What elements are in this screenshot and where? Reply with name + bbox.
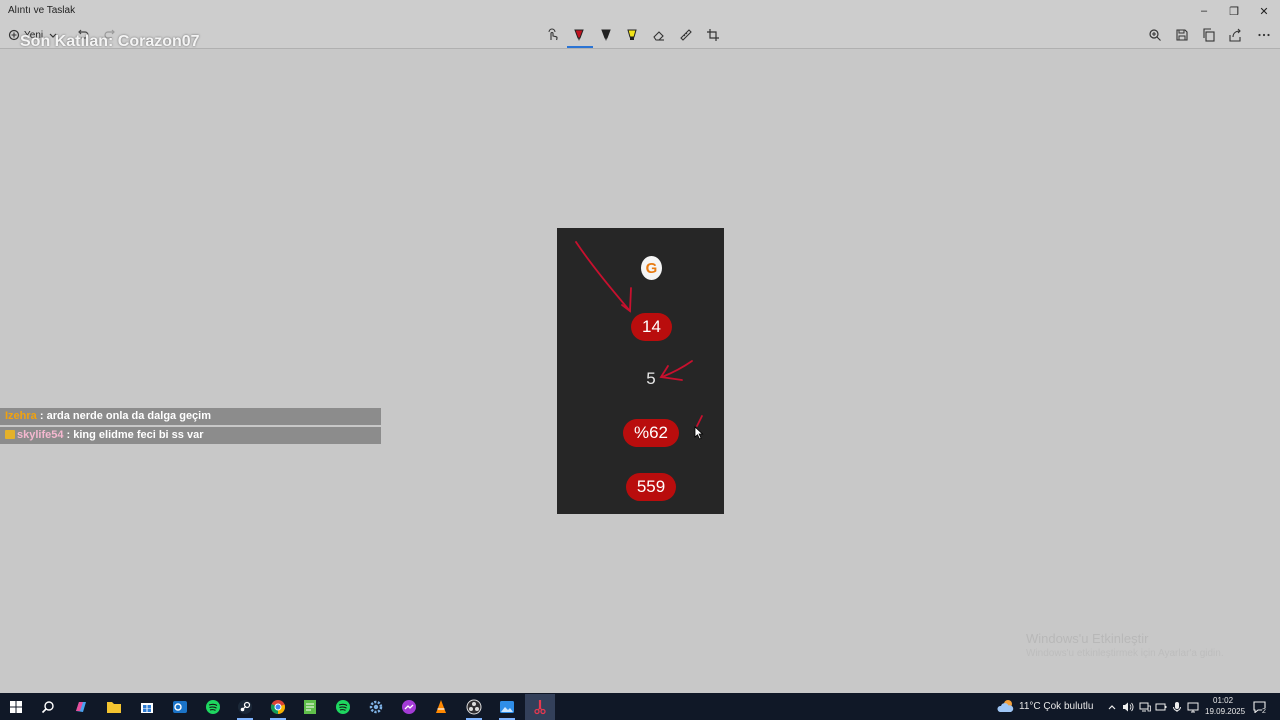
- taskbar-app-steam[interactable]: [234, 696, 256, 720]
- microphone-icon[interactable]: [1171, 701, 1183, 713]
- start-button[interactable]: [5, 696, 27, 718]
- taskbar-app-spotify[interactable]: [202, 696, 224, 718]
- crop-button[interactable]: [701, 25, 725, 45]
- copy-button[interactable]: [1197, 25, 1221, 45]
- chat-username: Izehra: [5, 410, 37, 422]
- share-icon: [1229, 28, 1241, 42]
- ruler-button[interactable]: [674, 25, 698, 45]
- eraser-icon: [653, 31, 664, 41]
- chat-text: : king elidme feci bi ss var: [63, 429, 204, 441]
- stat-value-percent: %62: [623, 419, 679, 447]
- store-icon: [141, 703, 153, 713]
- notepad-icon: [304, 700, 316, 714]
- active-tool-indicator: [567, 46, 593, 48]
- share-button[interactable]: [1223, 25, 1247, 45]
- activation-watermark-subtitle: Windows'u etkinleştirmek için Ayarlar'a …: [1026, 648, 1224, 659]
- pencil-icon: [601, 29, 611, 41]
- taskbar: 11°C Çok bulutlu 01:02 19.09.2025 2: [0, 693, 1280, 720]
- new-snip-icon: [8, 29, 20, 41]
- taskbar-app-vlc[interactable]: [430, 696, 452, 718]
- chat-text: : arda nerde onla da dalga geçim: [36, 410, 212, 422]
- touch-writing-icon: [548, 28, 558, 41]
- messenger-icon: [402, 700, 416, 714]
- spotify-icon: [336, 700, 350, 714]
- taskbar-app-notepad[interactable]: [299, 696, 321, 718]
- taskbar-app-settings[interactable]: [365, 696, 387, 718]
- volume-icon[interactable]: [1122, 701, 1134, 713]
- taskbar-app-snipping-tool[interactable]: [525, 694, 555, 720]
- pencil-button[interactable]: [594, 25, 618, 45]
- notification-badge: 2: [1262, 708, 1266, 715]
- taskbar-app-messenger[interactable]: [398, 696, 420, 718]
- obs-icon: [466, 699, 482, 715]
- chat-message: skylife54 : king elidme feci bi ss var: [0, 427, 381, 444]
- steam-icon: [238, 700, 252, 714]
- taskbar-app-photos[interactable]: [496, 696, 518, 720]
- copy-icon: [1203, 28, 1215, 42]
- taskbar-app-obs[interactable]: [463, 696, 485, 720]
- taskbar-app-file-explorer[interactable]: [103, 696, 125, 718]
- search-icon: [41, 701, 54, 714]
- maximize-button[interactable]: ❐: [1219, 1, 1249, 21]
- touch-writing-button[interactable]: [541, 25, 565, 45]
- close-button[interactable]: ✕: [1249, 1, 1279, 21]
- windows-icon: [10, 701, 22, 713]
- taskbar-app-copilot[interactable]: [70, 696, 92, 718]
- gear-icon: [369, 700, 383, 714]
- stat-value-bottom: 559: [626, 473, 676, 501]
- chat-message: Izehra : arda nerde onla da dalga geçim: [0, 408, 381, 425]
- network-icon[interactable]: [1139, 701, 1151, 713]
- ballpoint-pen-button[interactable]: [567, 25, 591, 45]
- taskbar-app-chrome[interactable]: [267, 696, 289, 720]
- search-button[interactable]: [37, 696, 59, 718]
- minimize-button[interactable]: –: [1189, 1, 1219, 21]
- ruler-icon: [680, 29, 692, 41]
- highlighter-icon: [627, 29, 637, 40]
- highlighter-button[interactable]: [620, 25, 644, 45]
- zoom-icon: [1149, 29, 1161, 41]
- taskbar-app-outlook[interactable]: [169, 696, 191, 718]
- crop-icon: [707, 29, 719, 41]
- more-button[interactable]: [1252, 25, 1276, 45]
- stat-value-top: 14: [631, 313, 672, 341]
- ballpoint-pen-icon: [574, 29, 584, 41]
- vlc-icon: [436, 700, 446, 713]
- weather-text[interactable]: 11°C Çok bulutlu: [1019, 701, 1093, 712]
- last-joined-overlay: Son Katılan: Corazon07: [20, 33, 200, 50]
- taskbar-app-spotify-2[interactable]: [332, 696, 354, 718]
- title-bar: Alıntı ve Taslak – ❐ ✕: [0, 0, 1280, 22]
- battery-icon[interactable]: [1155, 701, 1167, 713]
- display-icon[interactable]: [1187, 701, 1199, 713]
- copilot-icon: [76, 702, 86, 712]
- taskbar-app-store[interactable]: [136, 696, 158, 718]
- chat-username: skylife54: [17, 429, 64, 441]
- eraser-button[interactable]: [647, 25, 671, 45]
- more-icon: [1258, 33, 1270, 37]
- weather-cloud-icon[interactable]: [997, 698, 1015, 714]
- tray-overflow-chevron-icon[interactable]: [1106, 701, 1118, 713]
- mouse-cursor-icon: [694, 426, 704, 440]
- crown-icon: [5, 430, 15, 439]
- save-icon: [1176, 29, 1188, 41]
- clock-time[interactable]: 01:02: [1213, 696, 1233, 705]
- photos-icon: [500, 701, 514, 713]
- snipping-tool-icon: [534, 700, 546, 715]
- spotify-icon: [206, 700, 220, 714]
- save-button[interactable]: [1170, 25, 1194, 45]
- team-logo: G: [641, 256, 662, 280]
- chrome-icon: [270, 700, 285, 715]
- stat-value-middle: 5: [646, 369, 656, 388]
- folder-icon: [107, 702, 121, 713]
- activation-watermark-title: Windows'u Etkinleştir: [1026, 631, 1149, 646]
- clock-date[interactable]: 19.09.2025: [1205, 707, 1245, 716]
- app-title: Alıntı ve Taslak: [8, 5, 76, 16]
- zoom-button[interactable]: [1143, 25, 1167, 45]
- outlook-icon: [173, 701, 187, 713]
